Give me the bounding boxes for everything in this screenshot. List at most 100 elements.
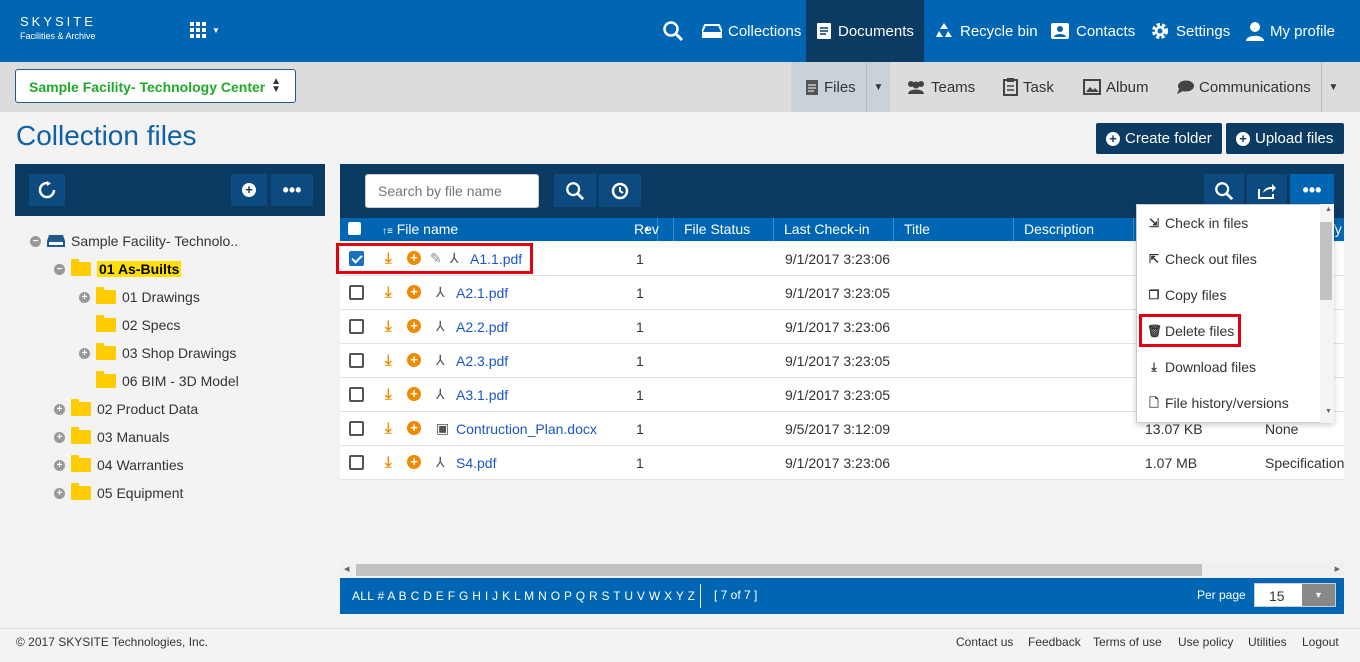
row-checkbox[interactable]: [349, 455, 364, 470]
tree-node-06-bim[interactable]: 06 BIM - 3D Model: [96, 371, 239, 391]
menu-copy-files[interactable]: ❐ Copy files: [1147, 285, 1227, 305]
nav-collections[interactable]: Collections: [692, 0, 811, 62]
menu-file-history[interactable]: 🗋︎ File history/versions: [1147, 393, 1289, 413]
file-name-link[interactable]: A2.2.pdf: [456, 319, 508, 335]
expand-icon[interactable]: +: [54, 487, 65, 499]
checkout-plus-icon[interactable]: +: [407, 455, 421, 469]
tab-album[interactable]: Album: [1083, 62, 1149, 112]
scroll-down-icon[interactable]: ▼: [1325, 408, 1332, 415]
menu-scrollbar[interactable]: ▲ ▼: [1320, 204, 1334, 423]
footer-link-terms[interactable]: Terms of use: [1093, 635, 1162, 649]
download-icon[interactable]: ⤓: [385, 352, 392, 369]
scroll-up-icon[interactable]: ▲: [1325, 206, 1332, 213]
per-page-select[interactable]: 15 ▼: [1254, 583, 1336, 607]
footer-link-utilities[interactable]: Utilities: [1248, 635, 1287, 649]
tree-node-04-warranties[interactable]: + 04 Warranties: [54, 455, 184, 475]
footer-link-feedback[interactable]: Feedback: [1028, 635, 1081, 649]
hscroll-thumb[interactable]: [356, 564, 1202, 576]
checkout-plus-icon[interactable]: +: [407, 353, 421, 367]
tree-node-02-product-data[interactable]: + 02 Product Data: [54, 399, 198, 419]
collapse-icon[interactable]: −: [54, 263, 65, 275]
facility-select[interactable]: Sample Facility- Technology Center ▲ ▼: [15, 69, 296, 103]
file-name-link[interactable]: S4.pdf: [456, 455, 496, 471]
col-file-status[interactable]: File Status: [674, 218, 774, 241]
tree-node-03-shop-drawings[interactable]: + 03 Shop Drawings: [79, 343, 236, 363]
more-actions-button[interactable]: •••: [1290, 174, 1334, 207]
add-folder-button[interactable]: +: [231, 174, 267, 206]
expand-icon[interactable]: +: [54, 431, 65, 443]
more-tabs-dropdown[interactable]: ▼: [1321, 62, 1345, 112]
checkout-plus-icon[interactable]: +: [407, 285, 421, 299]
footer-link-logout[interactable]: Logout: [1302, 635, 1339, 649]
table-horizontal-scrollbar[interactable]: ◀ ▶: [340, 562, 1344, 578]
tree-node-01-drawings[interactable]: + 01 Drawings: [79, 287, 200, 307]
tree-node-01-as-builts[interactable]: − 01 As-Builts: [54, 259, 182, 279]
upload-files-button[interactable]: + Upload files: [1226, 123, 1344, 154]
search-input[interactable]: [365, 174, 539, 208]
expand-icon[interactable]: +: [54, 459, 65, 471]
checkout-plus-icon[interactable]: +: [407, 421, 421, 435]
download-icon[interactable]: ⤓: [385, 420, 392, 437]
tree-node-05-equipment[interactable]: + 05 Equipment: [54, 483, 183, 503]
file-name-link[interactable]: Contruction_Plan.docx: [456, 421, 597, 437]
checkout-plus-icon[interactable]: +: [407, 387, 421, 401]
footer-link-use-policy[interactable]: Use policy: [1178, 635, 1233, 649]
collapse-icon[interactable]: −: [30, 235, 41, 247]
file-name-link[interactable]: A2.3.pdf: [456, 353, 508, 369]
download-icon[interactable]: ⤓: [385, 386, 392, 403]
row-checkbox[interactable]: [349, 353, 364, 368]
expand-icon[interactable]: +: [54, 403, 65, 415]
nav-documents[interactable]: Documents: [806, 0, 924, 62]
col-description[interactable]: Description: [1014, 218, 1134, 241]
skysite-logo[interactable]: SKYSITE Facilities & Archive: [20, 14, 96, 41]
nav-contacts[interactable]: Contacts: [1040, 0, 1145, 62]
file-name-link[interactable]: A2.1.pdf: [456, 285, 508, 301]
tree-more-button[interactable]: •••: [271, 174, 313, 206]
tree-node-02-specs[interactable]: 02 Specs: [96, 315, 180, 335]
alpha-filter[interactable]: ALL # A B C D E F G H I J K L M N O P Q …: [352, 589, 695, 603]
files-dropdown-button[interactable]: ▼: [866, 62, 890, 112]
col-rev[interactable]: Rev: [624, 218, 674, 241]
expand-icon[interactable]: +: [79, 347, 90, 359]
download-icon[interactable]: ⤓: [385, 454, 392, 471]
scroll-left-icon[interactable]: ◀: [344, 565, 349, 573]
refresh-button[interactable]: [29, 174, 65, 206]
col-title[interactable]: Title: [894, 218, 1014, 241]
table-row[interactable]: ⤓ + ⅄ S4.pdf 1 9/1/2017 3:23:06 1.07 MB Specifi…: [340, 446, 1344, 480]
nav-settings[interactable]: Settings: [1140, 0, 1240, 62]
expand-icon[interactable]: +: [79, 291, 90, 303]
checkin-cell: 9/1/2017 3:23:05: [785, 353, 891, 369]
tab-teams[interactable]: Teams: [906, 62, 975, 112]
filter-search-button[interactable]: [1204, 174, 1244, 207]
tab-task[interactable]: Task: [1003, 62, 1054, 112]
col-file-name[interactable]: ↑≡ File name ▲: [372, 218, 658, 241]
select-all-checkbox[interactable]: [348, 222, 361, 235]
menu-check-out-files[interactable]: ⇱ Check out files: [1147, 249, 1257, 269]
search-history-button[interactable]: [599, 174, 641, 207]
search-button[interactable]: [554, 174, 596, 207]
share-button[interactable]: [1247, 174, 1287, 207]
row-checkbox[interactable]: [349, 319, 364, 334]
tab-files[interactable]: Files: [791, 62, 866, 112]
menu-scrollbar-thumb[interactable]: [1320, 222, 1332, 300]
download-icon[interactable]: ⤓: [385, 284, 392, 301]
menu-download-files[interactable]: ⤓ Download files: [1147, 357, 1256, 377]
app-grid-icon[interactable]: ▼: [190, 22, 220, 42]
tree-root[interactable]: − Sample Facility- Technolo..: [30, 231, 238, 251]
tree-node-03-manuals[interactable]: + 03 Manuals: [54, 427, 169, 447]
download-icon[interactable]: ⤓: [385, 318, 392, 335]
tab-communications[interactable]: Communications: [1176, 62, 1311, 112]
file-name-link[interactable]: A3.1.pdf: [456, 387, 508, 403]
footer-link-contact[interactable]: Contact us: [956, 635, 1013, 649]
menu-check-in-files[interactable]: ⇲ Check in files: [1147, 213, 1248, 233]
col-last-checkin[interactable]: Last Check-in: [774, 218, 894, 241]
row-checkbox[interactable]: [349, 421, 364, 436]
checkout-plus-icon[interactable]: +: [407, 319, 421, 333]
nav-recycle-bin[interactable]: Recycle bin: [924, 0, 1048, 62]
row-checkbox[interactable]: [349, 285, 364, 300]
global-search-button[interactable]: [652, 0, 694, 62]
row-checkbox[interactable]: [349, 387, 364, 402]
scroll-right-icon[interactable]: ▶: [1335, 565, 1340, 573]
create-folder-button[interactable]: + Create folder: [1096, 123, 1222, 154]
nav-my-profile[interactable]: My profile: [1236, 0, 1345, 62]
